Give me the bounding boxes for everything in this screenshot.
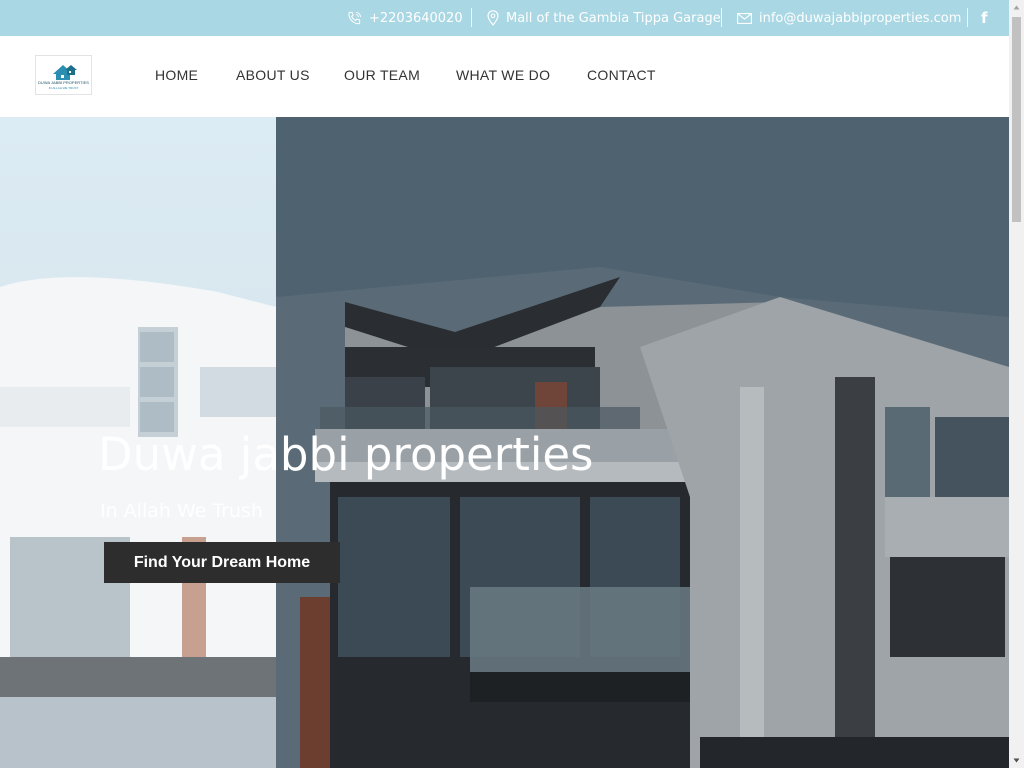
nav-contact[interactable]: CONTACT bbox=[587, 67, 656, 83]
page-scrollbar[interactable] bbox=[1009, 0, 1024, 768]
hero-title: Duwa jabbi properties bbox=[98, 428, 594, 481]
nav-what-we-do[interactable]: WHAT WE DO bbox=[456, 67, 550, 83]
phone-contact[interactable]: +2203640020 bbox=[347, 0, 463, 36]
topbar-divider bbox=[967, 8, 968, 27]
nav-our-team[interactable]: OUR TEAM bbox=[344, 67, 420, 83]
nav-about-us[interactable]: ABOUT US bbox=[236, 67, 310, 83]
email-address[interactable]: info@duwajabbiproperties.com bbox=[759, 11, 961, 26]
topbar-divider bbox=[471, 8, 472, 27]
top-contact-bar: +2203640020 Mall of the Gambia Tippa Gar… bbox=[0, 0, 1009, 36]
main-navbar: DUWA JABBI PROPERTIES IN ALLAH WE TRUST … bbox=[0, 36, 1009, 117]
nav-home[interactable]: HOME bbox=[155, 67, 198, 83]
email-contact[interactable]: info@duwajabbiproperties.com bbox=[737, 0, 961, 36]
envelope-icon bbox=[737, 12, 752, 24]
hero-subtitle: In Allah We Trush bbox=[100, 500, 263, 522]
facebook-icon[interactable]: f bbox=[981, 0, 988, 36]
topbar-divider bbox=[721, 8, 722, 27]
scrollbar-thumb[interactable] bbox=[1012, 17, 1021, 222]
site-logo[interactable]: DUWA JABBI PROPERTIES IN ALLAH WE TRUST bbox=[35, 55, 92, 95]
phone-icon bbox=[348, 11, 362, 24]
logo-text-primary: DUWA JABBI PROPERTIES bbox=[38, 80, 89, 85]
logo-text-secondary: IN ALLAH WE TRUST bbox=[48, 86, 79, 90]
address-contact[interactable]: Mall of the Gambia Tippa Garage bbox=[487, 0, 721, 36]
find-dream-home-button[interactable]: Find Your Dream Home bbox=[104, 542, 340, 583]
hero-section: Duwa jabbi properties In Allah We Trush … bbox=[0, 117, 1009, 768]
scroll-down-arrow-icon[interactable] bbox=[1009, 753, 1024, 768]
location-pin-icon bbox=[487, 10, 499, 26]
phone-number[interactable]: +2203640020 bbox=[369, 11, 463, 26]
address-text[interactable]: Mall of the Gambia Tippa Garage bbox=[506, 11, 721, 26]
scroll-up-arrow-icon[interactable] bbox=[1009, 0, 1024, 15]
